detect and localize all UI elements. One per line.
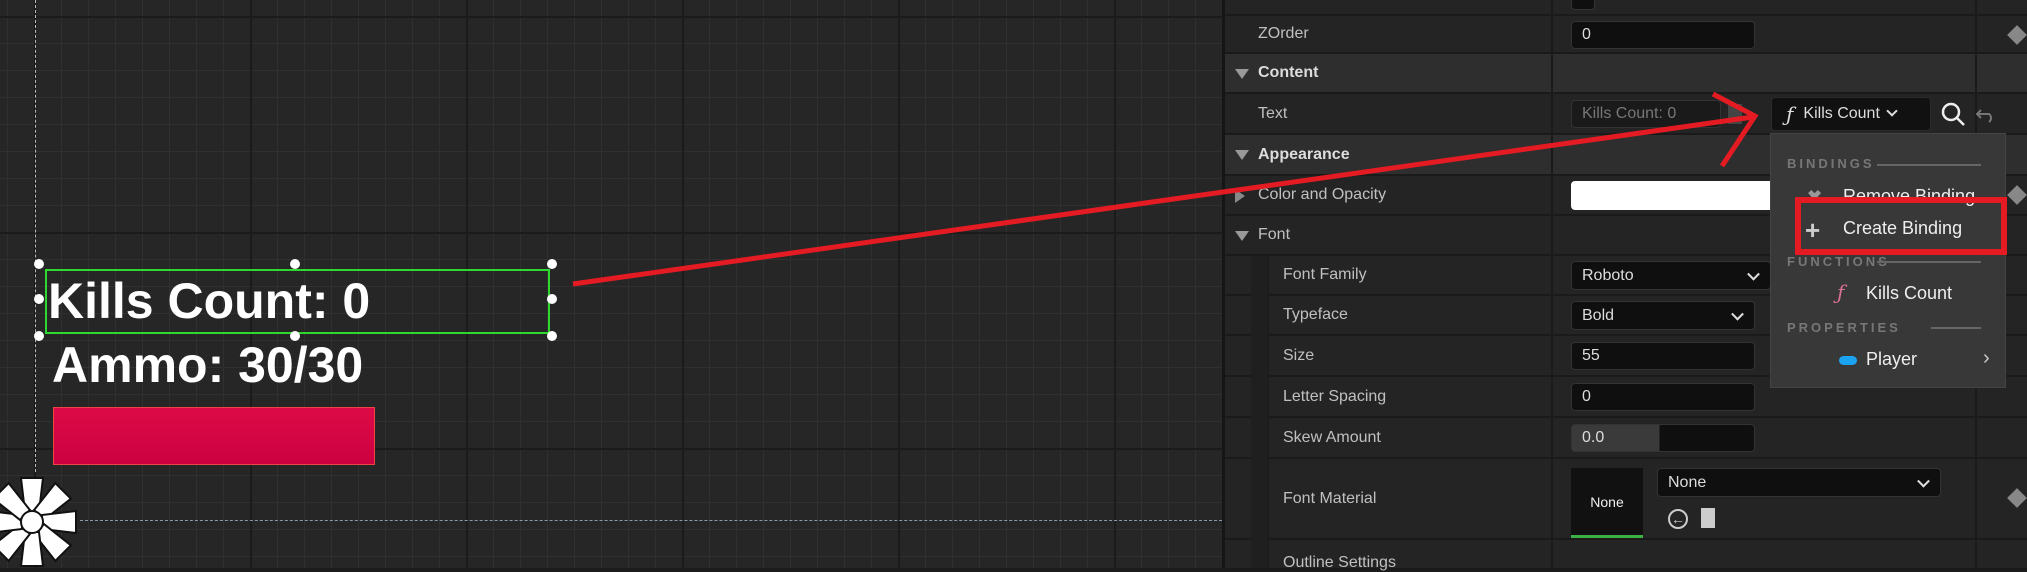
keyframe-icon[interactable] bbox=[2007, 185, 2027, 205]
search-icon[interactable] bbox=[1940, 101, 1966, 127]
resize-handle[interactable] bbox=[290, 259, 300, 269]
guide-vertical bbox=[35, 0, 36, 472]
skew-label: Skew Amount bbox=[1283, 428, 1381, 446]
outline-label: Outline Settings bbox=[1283, 554, 1396, 571]
typeface-dropdown[interactable]: Bold bbox=[1571, 301, 1755, 330]
zorder-input[interactable]: 0 bbox=[1571, 21, 1755, 49]
resize-handle[interactable] bbox=[547, 331, 557, 341]
binding-value: Kills Count bbox=[1803, 105, 1880, 122]
function-icon: ƒ bbox=[1786, 102, 1794, 126]
color-swatch[interactable] bbox=[1571, 181, 1781, 210]
divider bbox=[1877, 164, 1981, 166]
section-content[interactable]: Content bbox=[1225, 54, 2027, 94]
material-dropdown[interactable]: None bbox=[1657, 468, 1941, 497]
expand-arrow-icon[interactable] bbox=[1235, 189, 1245, 203]
row-zorder: ZOrder 0 bbox=[1225, 16, 2027, 54]
functions-header: FUNCTIONS bbox=[1787, 254, 1890, 269]
letter-spacing-label: Letter Spacing bbox=[1283, 387, 1387, 405]
divider bbox=[1877, 261, 1981, 263]
binding-dropdown[interactable]: ƒ Kills Count bbox=[1771, 97, 1931, 131]
section-label: Appearance bbox=[1258, 145, 1350, 163]
typeface-label: Typeface bbox=[1283, 306, 1348, 323]
undo-icon[interactable] bbox=[1976, 104, 1996, 124]
indent-guide bbox=[1251, 256, 1269, 568]
divider bbox=[1931, 327, 1981, 329]
resize-handle[interactable] bbox=[34, 331, 44, 341]
font-material-label: Font Material bbox=[1283, 489, 1377, 507]
skew-input[interactable]: 0.0 bbox=[1571, 424, 1755, 452]
text-input[interactable]: Kills Count: 0 bbox=[1571, 100, 1721, 128]
keyframe-icon[interactable] bbox=[2007, 488, 2027, 508]
property-item-player[interactable]: Player bbox=[1866, 349, 1917, 370]
object-property-icon bbox=[1839, 356, 1857, 365]
font-family-dropdown[interactable]: Roboto bbox=[1571, 261, 1771, 290]
previous-field[interactable] bbox=[1571, 0, 1595, 10]
row-outline-settings[interactable]: Outline Settings bbox=[1225, 540, 2027, 571]
resize-handle[interactable] bbox=[34, 259, 44, 269]
health-bar[interactable] bbox=[53, 407, 375, 465]
collapse-arrow-icon[interactable] bbox=[1235, 231, 1249, 241]
text-label: Text bbox=[1258, 104, 1288, 122]
collapse-arrow-icon[interactable] bbox=[1235, 150, 1249, 160]
font-family-value: Roboto bbox=[1582, 266, 1634, 284]
material-value: None bbox=[1668, 473, 1707, 491]
zorder-label: ZOrder bbox=[1258, 25, 1309, 42]
ammo-text[interactable]: Ammo: 30/30 bbox=[52, 336, 363, 394]
binding-menu: BINDINGS ✖ Remove Binding + Create Bindi… bbox=[1770, 133, 2006, 388]
designer-viewport[interactable]: Kills Count: 0 Ammo: 30/30 bbox=[0, 0, 1222, 568]
chevron-down-icon bbox=[1747, 267, 1760, 281]
typeface-value: Bold bbox=[1582, 306, 1615, 324]
font-family-label: Font Family bbox=[1283, 266, 1367, 283]
properties-header: PROPERTIES bbox=[1787, 320, 1901, 335]
use-selected-icon[interactable]: ← bbox=[1668, 509, 1688, 529]
anchor-icon[interactable] bbox=[0, 472, 82, 568]
selection-box bbox=[45, 269, 550, 334]
color-label: Color and Opacity bbox=[1258, 186, 1387, 203]
function-icon: ƒ bbox=[1837, 280, 1845, 304]
chevron-right-icon: › bbox=[1983, 347, 1990, 369]
chevron-down-icon bbox=[1886, 105, 1898, 117]
chevron-down-icon bbox=[1917, 474, 1930, 488]
chevron-down-icon bbox=[1731, 307, 1744, 321]
letter-spacing-input[interactable]: 0 bbox=[1571, 383, 1755, 411]
resize-handle[interactable] bbox=[34, 294, 44, 304]
function-item-kills-count[interactable]: Kills Count bbox=[1866, 283, 1952, 304]
row-previous bbox=[1225, 0, 2027, 16]
row-skew: Skew Amount 0.0 bbox=[1225, 418, 2027, 459]
font-label: Font bbox=[1258, 226, 1291, 243]
column-divider[interactable] bbox=[1551, 0, 1553, 568]
size-input[interactable]: 55 bbox=[1571, 342, 1755, 370]
keyframe-icon[interactable] bbox=[2007, 25, 2027, 45]
material-thumbnail[interactable]: None bbox=[1571, 468, 1643, 538]
bindings-header: BINDINGS bbox=[1787, 156, 1875, 171]
size-label: Size bbox=[1283, 346, 1315, 364]
section-label: Content bbox=[1258, 64, 1319, 81]
collapse-arrow-icon[interactable] bbox=[1235, 69, 1249, 79]
guide-horizontal bbox=[80, 520, 1222, 521]
resize-handle[interactable] bbox=[547, 294, 557, 304]
browse-icon[interactable] bbox=[1701, 508, 1715, 528]
highlight-box bbox=[1795, 197, 2007, 255]
reset-icon[interactable] bbox=[1728, 104, 1742, 124]
resize-handle[interactable] bbox=[547, 259, 557, 269]
row-font-material: Font Material None None ← bbox=[1225, 459, 2027, 540]
